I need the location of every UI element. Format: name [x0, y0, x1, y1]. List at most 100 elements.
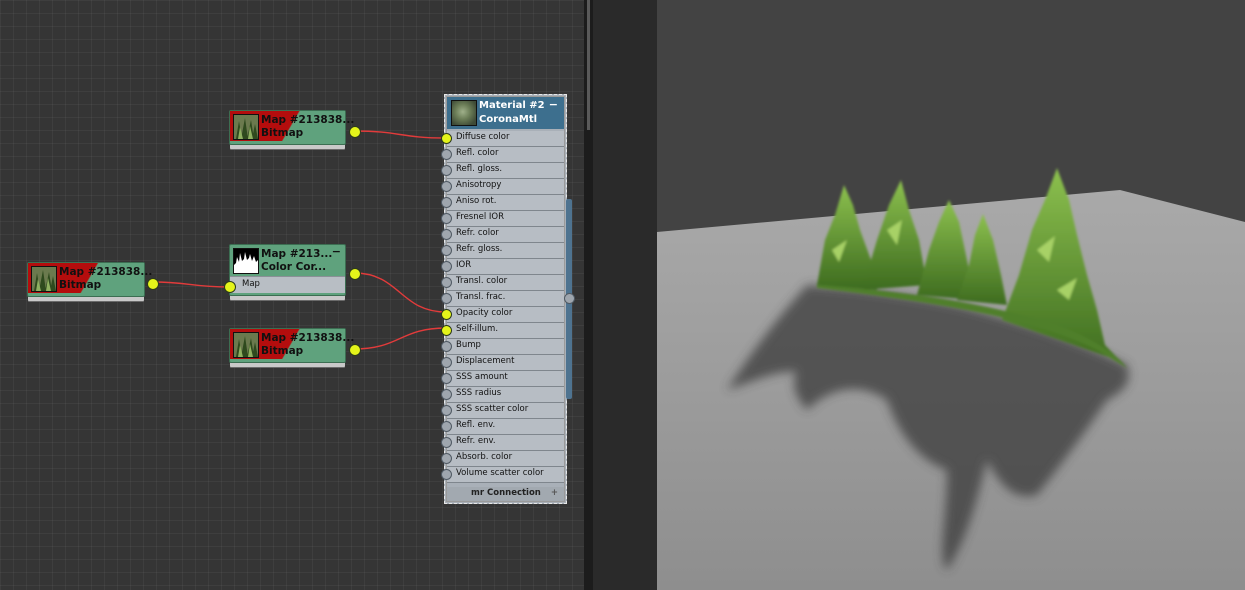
material-slot[interactable]: Volume scatter color	[441, 467, 564, 483]
collapse-button[interactable]: −	[549, 98, 558, 111]
input-socket[interactable]	[441, 325, 452, 336]
node-title: Map #213838...	[261, 332, 355, 344]
material-slot[interactable]: Displacement	[441, 355, 564, 371]
node-type: Bitmap	[261, 345, 304, 357]
input-socket[interactable]	[441, 437, 452, 448]
output-socket[interactable]	[349, 268, 361, 280]
wire-map-b-to-colorcorrect	[151, 281, 230, 288]
slot-label: Transl. frac.	[456, 292, 506, 302]
collapse-button[interactable]: −	[332, 245, 341, 258]
input-socket[interactable]	[441, 405, 452, 416]
slot-label: Transl. color	[456, 276, 508, 286]
slot-label: Aniso rot.	[456, 196, 497, 206]
slot-label: Refr. env.	[456, 436, 496, 446]
bitmap-node-b[interactable]: Map #213838... Bitmap	[27, 262, 159, 297]
material-title: Material #2	[479, 100, 545, 111]
slot-label: Absorb. color	[456, 452, 513, 462]
material-slot-list: Diffuse color Refl. color Refl. gloss. Anis…	[441, 131, 564, 483]
input-socket[interactable]	[441, 165, 452, 176]
material-slot[interactable]: Diffuse color	[441, 131, 564, 147]
material-slot[interactable]: Anisotropy	[441, 179, 564, 195]
input-socket[interactable]	[441, 309, 452, 320]
rollout-label: mr Connection	[471, 488, 541, 498]
input-socket[interactable]	[441, 149, 452, 160]
input-socket[interactable]	[441, 453, 452, 464]
slot-label: IOR	[456, 260, 472, 270]
input-socket[interactable]	[441, 133, 452, 144]
material-slot[interactable]: Fresnel IOR	[441, 211, 564, 227]
input-socket[interactable]	[441, 277, 452, 288]
output-socket[interactable]	[147, 278, 159, 290]
material-slot[interactable]: Refl. env.	[441, 419, 564, 435]
input-socket[interactable]	[441, 293, 452, 304]
material-slot[interactable]: SSS radius	[441, 387, 564, 403]
input-socket[interactable]	[441, 469, 452, 480]
material-slot[interactable]: Self-illum.	[441, 323, 564, 339]
input-socket[interactable]	[441, 197, 452, 208]
slot-label: Refl. color	[456, 148, 499, 158]
tree-thumbnail-icon	[233, 114, 259, 140]
mr-connection-rollout[interactable]: mr Connection +	[447, 487, 564, 501]
output-socket[interactable]	[349, 344, 361, 356]
material-slot[interactable]: Opacity color	[441, 307, 564, 323]
input-socket[interactable]	[441, 373, 452, 384]
slot-label: Fresnel IOR	[456, 212, 505, 222]
slot-label: Refr. color	[456, 228, 499, 238]
slot-label: Refr. gloss.	[456, 244, 503, 254]
tree-thumbnail-icon	[31, 266, 57, 292]
input-socket[interactable]	[441, 421, 452, 432]
input-socket[interactable]	[441, 245, 452, 256]
input-socket[interactable]	[441, 181, 452, 192]
material-slot[interactable]: Aniso rot.	[441, 195, 564, 211]
panel-splitter[interactable]	[584, 0, 593, 590]
input-socket[interactable]	[441, 357, 452, 368]
slate-material-editor[interactable]: Map #213838... Bitmap Map #213838... Bit…	[0, 0, 584, 590]
material-slot[interactable]: Refl. gloss.	[441, 163, 564, 179]
wire-map-c-to-selfillum	[353, 327, 447, 350]
slot-label: Displacement	[456, 356, 515, 366]
slot-label: Refl. gloss.	[456, 164, 503, 174]
render-viewport[interactable]	[593, 0, 1245, 590]
slot-label: Volume scatter color	[456, 468, 544, 478]
node-header: Map #213838... Bitmap	[230, 329, 354, 359]
bitmap-node-a[interactable]: Map #213838... Bitmap	[229, 110, 361, 145]
output-socket[interactable]	[349, 126, 361, 138]
wire-map-a-to-diffuse	[353, 130, 447, 139]
material-slot[interactable]: SSS amount	[441, 371, 564, 387]
material-slot[interactable]: Transl. frac.	[441, 291, 564, 307]
input-socket[interactable]	[441, 341, 452, 352]
expand-icon[interactable]: +	[551, 488, 558, 498]
material-header: Material #2 CoronaMtl −	[447, 97, 564, 129]
material-slot[interactable]: Refr. color	[441, 227, 564, 243]
input-socket[interactable]	[441, 389, 452, 400]
slot-label: Map	[242, 279, 260, 289]
material-slot[interactable]: Refl. color	[441, 147, 564, 163]
input-socket[interactable]	[441, 213, 452, 224]
color-correction-node[interactable]: Map #213... Color Cor... − Map	[224, 244, 361, 296]
material-slot[interactable]: SSS scatter color	[441, 403, 564, 419]
slot-label: SSS radius	[456, 388, 502, 398]
node-header: Map #213... Color Cor... −	[230, 245, 345, 275]
input-slot-map[interactable]: Map	[230, 276, 345, 293]
slot-label: Bump	[456, 340, 481, 350]
corona-material-node[interactable]: Material #2 CoronaMtl − Diffuse color Ref…	[441, 94, 575, 504]
node-title: Map #213838...	[261, 114, 355, 126]
input-socket[interactable]	[441, 229, 452, 240]
input-socket[interactable]	[224, 281, 236, 293]
material-slot[interactable]: Absorb. color	[441, 451, 564, 467]
node-title: Map #213838...	[59, 266, 153, 278]
input-socket[interactable]	[441, 261, 452, 272]
material-slot[interactable]: Transl. color	[441, 275, 564, 291]
slot-label: Diffuse color	[456, 132, 510, 142]
output-socket[interactable]	[564, 293, 575, 304]
material-slot[interactable]: IOR	[441, 259, 564, 275]
material-type: CoronaMtl	[479, 114, 538, 125]
material-slot[interactable]: Bump	[441, 339, 564, 355]
slot-label: SSS amount	[456, 372, 508, 382]
slot-label: Self-illum.	[456, 324, 499, 334]
viewport-letterbox	[593, 0, 657, 590]
material-slot[interactable]: Refr. gloss.	[441, 243, 564, 259]
bitmap-node-c[interactable]: Map #213838... Bitmap	[229, 328, 361, 363]
material-slot[interactable]: Refr. env.	[441, 435, 564, 451]
splitter-scroll-thumb[interactable]	[587, 0, 590, 130]
